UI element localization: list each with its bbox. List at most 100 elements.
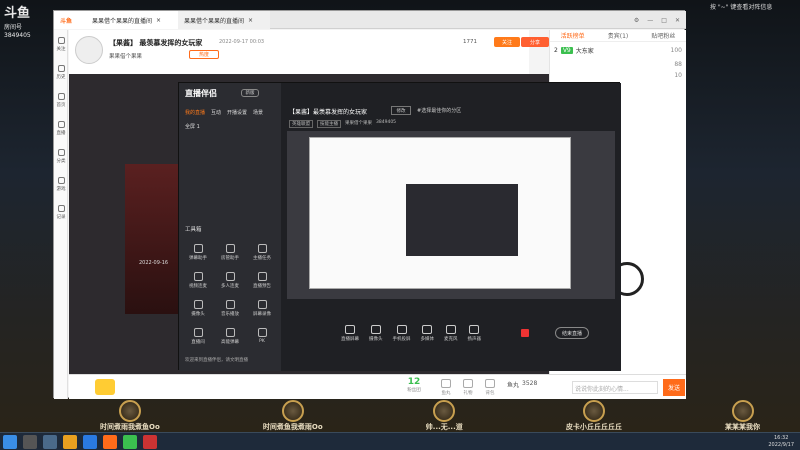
tool-record[interactable]: 屏幕录像 [247, 295, 277, 321]
clock[interactable]: 16:32 2022/9/17 [768, 435, 794, 449]
tools-grid: 弹幕助手 房管助手 主播任务 视频连麦 多人连麦 直播预告 摄像头 音乐播放 屏… [183, 239, 279, 349]
tab-room-1[interactable]: 果果借个果果的直播间 × [86, 11, 178, 29]
player-name: 时间煮雨我煮鱼Oo [100, 423, 160, 431]
record-dot-icon[interactable] [521, 329, 529, 337]
tool-admin[interactable]: 房管助手 [215, 239, 245, 265]
nav-game[interactable]: 游戏 [54, 170, 68, 198]
share-button[interactable]: 分享 [521, 37, 549, 47]
task-view-icon[interactable] [43, 434, 57, 449]
room-number: 3849405 [4, 32, 31, 39]
room-header: 【果酱】 最羡慕发挥的女玩家 2022-09-17 00:03 果果借个果果 热… [69, 30, 549, 74]
douyu-icon[interactable] [103, 434, 117, 449]
ctrl-label: 直播屏幕 [341, 337, 359, 342]
video-overlay-date: 2022-09-16 [139, 260, 169, 266]
rank-number: 2 [554, 47, 558, 54]
tool-multi-link[interactable]: 多人连麦 [215, 267, 245, 293]
maximize-icon[interactable]: □ [661, 17, 667, 24]
companion-icon[interactable] [143, 434, 157, 449]
tab-active-rank[interactable]: 活跃榜单 [550, 30, 595, 41]
gift-fish[interactable]: 鱼丸 [441, 379, 451, 396]
ctrl-media[interactable]: 多媒体 [421, 325, 434, 342]
chat-input[interactable]: 说说你此刻的心情... [572, 381, 658, 394]
level-badge: V9 [560, 47, 573, 54]
menu-scene[interactable]: 场景 [253, 109, 263, 116]
nav-home[interactable]: 首页 [54, 86, 68, 114]
edge-icon[interactable] [83, 434, 97, 449]
nested-preview [309, 137, 571, 289]
player-card: 帅...无...道 [426, 400, 463, 432]
close-window-icon[interactable]: ✕ [675, 17, 680, 24]
tool-pk[interactable]: PK [247, 323, 277, 349]
menu-interact[interactable]: 互动 [211, 109, 221, 116]
scene-label[interactable]: 全屏 1 [185, 123, 200, 130]
tool-label: 弹幕助手 [189, 255, 207, 261]
edit-title-button[interactable]: 修改 [391, 106, 411, 115]
tool-music[interactable]: 音乐播放 [215, 295, 245, 321]
heart-icon [57, 36, 65, 44]
player-name: 时间煮鱼我煮雨Oo [262, 423, 323, 431]
ctrl-speaker[interactable]: 扬声器 [468, 325, 481, 342]
fan-badge[interactable]: 12 粉丝团 [399, 377, 429, 393]
fish-icon [441, 379, 451, 388]
ctrl-camera[interactable]: 摄像头 [369, 325, 383, 342]
menu-my-live[interactable]: 我的直播 [185, 109, 205, 116]
nav-follow[interactable]: 关注 [54, 30, 68, 58]
version-badge[interactable]: 新版 [241, 89, 259, 97]
category-tag[interactable]: #选择最佳你的分区 [417, 107, 461, 114]
gamepad-icon [57, 176, 65, 184]
close-icon[interactable]: × [156, 17, 161, 24]
close-icon[interactable]: × [248, 17, 253, 24]
tab-vip[interactable]: 贵宾(1) [595, 30, 640, 41]
folder-icon[interactable] [63, 434, 77, 449]
cat-tag-2[interactable]: 技能主播 [317, 120, 341, 128]
cat-tag-1[interactable]: 英雄联盟 [289, 120, 313, 128]
avatar[interactable] [75, 36, 103, 64]
nav-record[interactable]: 记录 [54, 198, 68, 226]
companion-app-name: 直播伴侣 [185, 89, 217, 98]
nav-category[interactable]: 分类 [54, 142, 68, 170]
speaker-icon [469, 325, 480, 334]
room-icon [193, 327, 203, 337]
tool-high-danmu[interactable]: 高能弹幕 [215, 323, 245, 349]
tab-label: 果果借个果果的直播间 [184, 17, 245, 25]
tool-preview[interactable]: 直播预告 [247, 267, 277, 293]
wechat-icon[interactable] [123, 434, 137, 449]
multi-link-icon [225, 271, 235, 281]
start-stop-button[interactable]: 结束直播 [555, 327, 589, 339]
nav-history[interactable]: 历史 [54, 58, 68, 86]
gift-gift[interactable]: 礼物 [463, 379, 473, 396]
preview-canvas[interactable] [287, 131, 615, 299]
ctrl-label: 麦克风 [444, 337, 458, 342]
douyu-logo: 斗鱼 房间号 3849405 [4, 2, 48, 39]
tools-header: 工具箱 [185, 227, 202, 233]
ctrl-mic[interactable]: 麦克风 [444, 325, 458, 342]
anchor-name[interactable]: 果果借个果果 [109, 52, 142, 60]
media-icon [422, 325, 433, 334]
companion-window: 直播伴侣 新版 我的直播 互动 开播设置 场景 全屏 1 工具箱 弹幕助手 房管… [178, 82, 621, 371]
tool-task[interactable]: 主播任务 [247, 239, 277, 265]
tool-room[interactable]: 直播间 [183, 323, 213, 349]
tool-label: 屏幕录像 [253, 311, 271, 317]
gift-bag[interactable]: 背包 [485, 379, 495, 396]
ctrl-screen[interactable]: 直播屏幕 [341, 325, 359, 342]
tab-fans[interactable]: 贴吧粉丝 [641, 30, 686, 41]
nav-live[interactable]: 直播 [54, 114, 68, 142]
tab-room-2[interactable]: 果果借个果果的直播间 × [178, 11, 270, 29]
tool-camera[interactable]: 摄像头 [183, 295, 213, 321]
menu-settings[interactable]: 开播设置 [227, 109, 247, 116]
tab-bar: 斗鱼 果果借个果果的直播间 × 果果借个果果的直播间 × ⚙ — □ ✕ [54, 11, 686, 29]
minimize-icon[interactable]: — [647, 17, 653, 24]
follow-button[interactable]: 关注 [494, 37, 520, 47]
left-nav: 关注 历史 首页 直播 分类 游戏 记录 [54, 30, 68, 399]
douyu-tab-logo[interactable]: 斗鱼 [54, 11, 86, 29]
home-icon [57, 92, 65, 100]
send-button[interactable]: 发送 [663, 379, 685, 396]
tool-danmu[interactable]: 弹幕助手 [183, 239, 213, 265]
trophy-icon[interactable] [95, 379, 115, 395]
tool-video-link[interactable]: 视频连麦 [183, 267, 213, 293]
ctrl-phone[interactable]: 手机投屏 [393, 325, 411, 342]
search-icon[interactable] [23, 434, 37, 449]
player-hud: 时间煮雨我煮鱼Oo 时间煮鱼我煮雨Oo 帅...无...道 皮卡小丘丘丘丘丘 某… [100, 400, 760, 432]
windows-start-icon[interactable] [3, 434, 17, 449]
settings-icon[interactable]: ⚙ [634, 17, 639, 24]
